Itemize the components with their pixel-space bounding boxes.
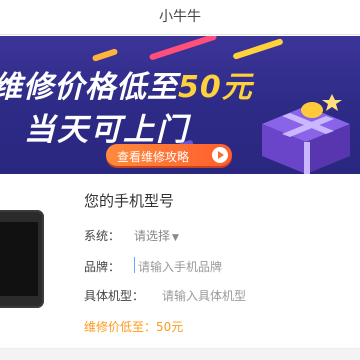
decor-stripe [232, 38, 284, 60]
banner-subheadline: 当天可上门 [24, 112, 189, 148]
decor-stripe [148, 36, 218, 61]
price-note: 维修价低至：50元 [84, 320, 184, 334]
phone-screen [0, 222, 38, 296]
play-arrow-icon [212, 147, 228, 163]
text-cursor [134, 257, 135, 273]
model-label: 具体机型： [84, 289, 145, 303]
system-select[interactable]: 请选择 ▼ [134, 227, 179, 244]
gift-box-icon [262, 94, 350, 174]
section-title: 您的手机型号 [84, 192, 175, 210]
model-input[interactable]: 请输入具体机型 [162, 287, 246, 304]
banner-headline: 维修价格低至50元 [0, 62, 253, 106]
system-select-value: 请选择 [134, 229, 171, 243]
decor-stripe [91, 48, 119, 62]
dropdown-triangle-icon: ▼ [172, 233, 179, 243]
promo-banner[interactable]: 维修价格低至50元 当天可上门 查看维修攻略 [0, 36, 360, 174]
banner-headline-text: 维修价格低至 [0, 70, 178, 105]
brand-input[interactable]: 请输入手机品牌 [138, 258, 222, 275]
phone-image [0, 210, 44, 308]
banner-price: 50元 [178, 70, 253, 105]
top-bar: 小牛牛 [0, 0, 360, 35]
cta-label: 查看维修攻略 [117, 150, 190, 164]
bottom-strip [0, 349, 360, 360]
system-label: 系统： [84, 229, 121, 243]
view-repair-guide-button[interactable]: 查看维修攻略 [106, 144, 232, 166]
brand-label: 品牌： [84, 260, 121, 274]
app-title: 小牛牛 [159, 9, 201, 25]
